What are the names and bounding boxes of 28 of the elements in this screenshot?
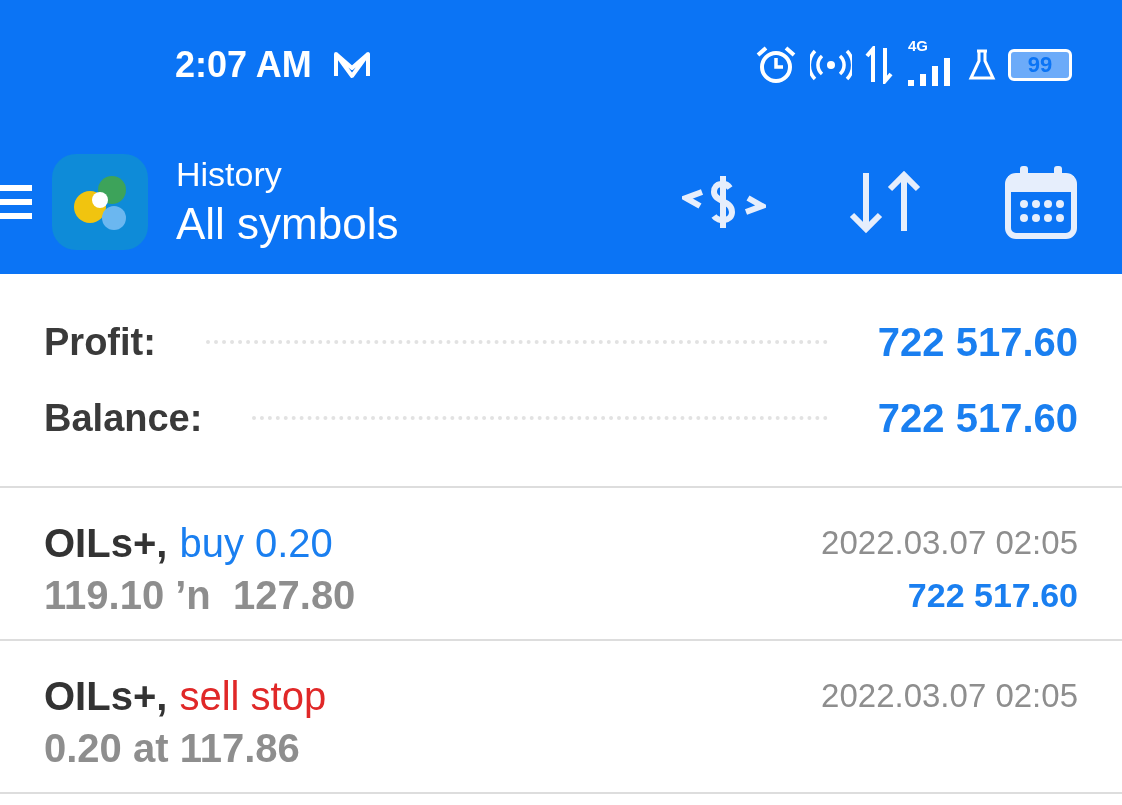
status-time: 2:07 AM [175, 43, 312, 87]
symbol-label: OILs+, [44, 673, 168, 720]
app-logo-icon [50, 152, 150, 252]
summary-label: Balance: [44, 395, 203, 441]
price-detail: 0.20 at 117.86 [44, 725, 301, 772]
deal-time: 2022.03.07 02:05 [821, 523, 1078, 563]
summary-label: Profit: [44, 319, 156, 365]
symbol-label: OILs+, [44, 520, 168, 567]
order-type-label: sell stop [179, 673, 327, 720]
screen-subtitle: History [176, 154, 283, 195]
hotspot-icon [810, 48, 852, 82]
battery-indicator: 99 [1008, 49, 1072, 81]
menu-icon[interactable] [0, 182, 34, 222]
summary-value: 722 517.60 [877, 395, 1078, 442]
deal-row[interactable]: OILs+, buy 0.20 119.10 ’n 127.80 2022.03.07 02:05 722 517.60 [0, 488, 1122, 641]
flask-icon [968, 48, 996, 82]
price-detail: 119.10 ’n 127.80 [44, 572, 356, 619]
summary-value: 722 517.60 [877, 319, 1078, 366]
calendar-icon[interactable] [1004, 164, 1078, 240]
data-arrows-icon [864, 46, 894, 84]
order-type-label: buy 0.20 [179, 520, 333, 567]
deal-time: 2022.03.07 02:05 [821, 676, 1078, 716]
screen-title: All symbols [176, 198, 399, 250]
mail-icon [331, 50, 372, 80]
deal-row[interactable]: OILs+, sell stop 0.20 at 117.86 2022.03.07 02:05 [0, 641, 1122, 794]
alarm-icon [754, 45, 798, 85]
deal-profit: 722 517.60 [907, 575, 1078, 616]
network-type-label: 4G [908, 38, 928, 53]
